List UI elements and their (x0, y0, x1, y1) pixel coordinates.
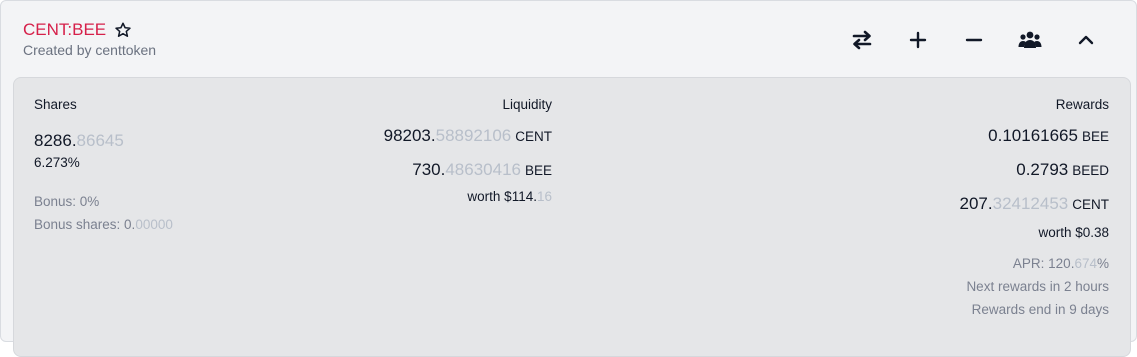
bonus-shares-label: Bonus shares: 0. (34, 217, 136, 232)
pool-creator: Created by centtoken (23, 42, 157, 58)
minus-icon (965, 38, 983, 42)
pool-title[interactable]: CENT:BEE (23, 19, 106, 41)
pool-card: CENT:BEE Created by centtoken Shares 828… (0, 0, 1137, 357)
rewards-beed-unit: BEED (1072, 162, 1109, 178)
rewards-cent-dec: 32412453 (992, 194, 1069, 213)
rewards-worth: worth $0.38 (1038, 225, 1109, 240)
shares-value-dec: 86645 (76, 131, 124, 150)
pool-header: CENT:BEE Created by centtoken (23, 19, 156, 58)
rewards-bee: 0.10161665 BEE (960, 119, 1109, 153)
remove-liquidity-button[interactable] (946, 27, 1002, 53)
swap-button[interactable] (834, 27, 890, 53)
rewards-beed: 0.2793 BEED (960, 153, 1109, 187)
swap-icon (852, 30, 872, 50)
liquidity-worth: worth $114.16 (384, 188, 552, 206)
rewards-end: Rewards end in 9 days (971, 302, 1109, 317)
shares-percent: 6.273% (34, 155, 80, 170)
chevron-up-icon (1078, 35, 1094, 45)
liquidity-bee-int: 730. (412, 160, 446, 179)
liquidity-worth-dec: 16 (536, 189, 552, 204)
apr-label: APR: 120. (1012, 256, 1075, 271)
apr-dec: 674 (1074, 256, 1097, 271)
liquidity-column: Liquidity 98203.58892106 CENT 730.486304… (384, 96, 552, 206)
bonus-text: Bonus: 0% (34, 194, 100, 209)
plus-icon (909, 31, 927, 49)
liquidity-heading: Liquidity (502, 97, 552, 112)
pool-title-row: CENT:BEE (23, 19, 156, 41)
apr-suffix: % (1096, 256, 1109, 271)
liquidity-worth-main: worth $114. (467, 189, 537, 204)
shares-value-int: 8286. (34, 131, 77, 150)
rewards-heading: Rewards (1055, 97, 1109, 112)
liquidity-bee: 730.48630416 BEE (384, 153, 552, 187)
liquidity-cent-dec: 58892106 (435, 126, 512, 145)
star-icon[interactable] (114, 21, 132, 39)
rewards-beed-value: 0.2793 (1016, 160, 1069, 179)
rewards-column: Rewards 0.10161665 BEE 0.2793 BEED 207.3… (960, 96, 1109, 321)
liquidity-cent-unit: CENT (515, 128, 552, 144)
next-rewards: Next rewards in 2 hours (966, 279, 1109, 294)
liquidity-cent-int: 98203. (383, 126, 436, 145)
shares-heading: Shares (34, 97, 77, 112)
liquidity-bee-dec: 48630416 (445, 160, 521, 179)
apr: APR: 120.674% (960, 252, 1109, 275)
liquidity-cent: 98203.58892106 CENT (384, 119, 552, 153)
rewards-bee-unit: BEE (1081, 128, 1109, 144)
liquidity-providers-button[interactable] (1002, 27, 1058, 53)
rewards-info: APR: 120.674% Next rewards in 2 hours Re… (960, 252, 1109, 321)
users-icon (1018, 31, 1042, 48)
rewards-bee-value: 0.10161665 (988, 126, 1078, 145)
rewards-cent: 207.32412453 CENT (960, 187, 1109, 221)
shares-column: Shares 8286.86645 6.273% Bonus: 0% Bonus… (34, 96, 173, 236)
rewards-cent-unit: CENT (1072, 196, 1109, 212)
rewards-cent-int: 207. (959, 194, 993, 213)
liquidity-bee-unit: BEE (524, 162, 552, 178)
collapse-button[interactable] (1058, 27, 1114, 53)
add-liquidity-button[interactable] (890, 27, 946, 53)
bonus-block: Bonus: 0% Bonus shares: 0.00000 (34, 190, 173, 236)
pool-actions (834, 27, 1114, 53)
bonus-shares-dec: 00000 (135, 217, 173, 232)
shares-value: 8286.86645 (34, 130, 173, 152)
pool-details-panel: Shares 8286.86645 6.273% Bonus: 0% Bonus… (13, 77, 1131, 357)
bonus-shares: Bonus shares: 0.00000 (34, 213, 173, 236)
